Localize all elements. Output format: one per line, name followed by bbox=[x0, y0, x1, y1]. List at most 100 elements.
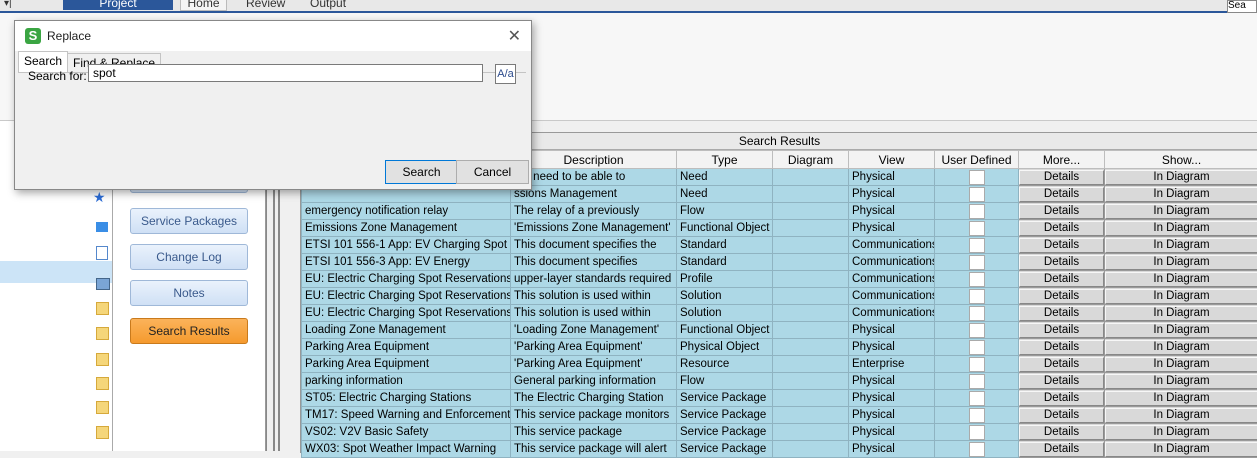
cell-view[interactable]: Physical bbox=[849, 424, 935, 441]
diagram-icon[interactable] bbox=[96, 222, 108, 232]
cell-type[interactable]: Functional Object bbox=[677, 322, 773, 339]
user-defined-checkbox[interactable] bbox=[969, 357, 985, 372]
close-icon[interactable]: ✕ bbox=[508, 26, 521, 46]
cell-description[interactable]: 'Emissions Zone Management' bbox=[511, 220, 677, 237]
cell-type[interactable]: Functional Object bbox=[677, 220, 773, 237]
details-button[interactable]: Details bbox=[1019, 305, 1105, 322]
in-diagram-button[interactable]: In Diagram bbox=[1105, 220, 1257, 237]
cell-view[interactable]: Communications bbox=[849, 305, 935, 322]
cell-diagram[interactable] bbox=[773, 339, 849, 356]
table-row[interactable]: emergency notification relayThe relay of… bbox=[302, 203, 1257, 220]
user-defined-checkbox[interactable] bbox=[969, 238, 985, 253]
cell-diagram[interactable] bbox=[773, 169, 849, 186]
user-defined-checkbox[interactable] bbox=[969, 408, 985, 423]
cell-user-defined[interactable] bbox=[935, 407, 1019, 424]
details-button[interactable]: Details bbox=[1019, 356, 1105, 373]
cell-description[interactable]: This service package will alert bbox=[511, 441, 677, 458]
search-input[interactable] bbox=[88, 64, 483, 82]
table-row[interactable]: Emissions Zone Management'Emissions Zone… bbox=[302, 220, 1257, 237]
ribbon-search-box[interactable]: Sea bbox=[1227, 0, 1257, 13]
column-header-show[interactable]: Show... bbox=[1105, 151, 1257, 169]
table-row[interactable]: Parking Area Equipment'Parking Area Equi… bbox=[302, 356, 1257, 373]
in-diagram-button[interactable]: In Diagram bbox=[1105, 271, 1257, 288]
cell-diagram[interactable] bbox=[773, 441, 849, 458]
cell-name[interactable]: ETSI 101 556-1 App: EV Charging Spot bbox=[302, 237, 511, 254]
details-button[interactable]: Details bbox=[1019, 169, 1105, 186]
in-diagram-button[interactable]: In Diagram bbox=[1105, 373, 1257, 390]
cell-description[interactable]: This document specifies the bbox=[511, 237, 677, 254]
cell-type[interactable]: Solution bbox=[677, 288, 773, 305]
in-diagram-button[interactable]: In Diagram bbox=[1105, 237, 1257, 254]
cell-diagram[interactable] bbox=[773, 220, 849, 237]
cell-type[interactable]: Need bbox=[677, 169, 773, 186]
folder-icon[interactable] bbox=[96, 426, 109, 439]
user-defined-checkbox[interactable] bbox=[969, 255, 985, 270]
table-row[interactable]: VS02: V2V Basic SafetyThis service packa… bbox=[302, 424, 1257, 441]
cell-description[interactable]: The relay of a previously bbox=[511, 203, 677, 220]
search-button[interactable]: Search bbox=[385, 160, 458, 184]
cell-type[interactable]: Physical Object bbox=[677, 339, 773, 356]
cell-type[interactable]: Resource bbox=[677, 356, 773, 373]
column-header-more[interactable]: More... bbox=[1019, 151, 1105, 169]
cell-view[interactable]: Physical bbox=[849, 322, 935, 339]
cell-name[interactable]: ST05: Electric Charging Stations bbox=[302, 390, 511, 407]
service-packages-button[interactable]: Service Packages bbox=[130, 208, 248, 234]
details-button[interactable]: Details bbox=[1019, 254, 1105, 271]
user-defined-checkbox[interactable] bbox=[969, 323, 985, 338]
user-defined-checkbox[interactable] bbox=[969, 374, 985, 389]
cell-diagram[interactable] bbox=[773, 407, 849, 424]
cell-view[interactable]: Physical bbox=[849, 220, 935, 237]
in-diagram-button[interactable]: In Diagram bbox=[1105, 169, 1257, 186]
cancel-button[interactable]: Cancel bbox=[456, 160, 529, 184]
cell-view[interactable]: Communications bbox=[849, 254, 935, 271]
cell-user-defined[interactable] bbox=[935, 390, 1019, 407]
search-results-button[interactable]: Search Results bbox=[130, 318, 248, 344]
in-diagram-button[interactable]: In Diagram bbox=[1105, 186, 1257, 203]
cell-description[interactable]: 'Loading Zone Management' bbox=[511, 322, 677, 339]
tab-home[interactable]: Home bbox=[180, 0, 227, 11]
cell-user-defined[interactable] bbox=[935, 356, 1019, 373]
cell-type[interactable]: Solution bbox=[677, 305, 773, 322]
cell-user-defined[interactable] bbox=[935, 441, 1019, 458]
cell-name[interactable]: VS02: V2V Basic Safety bbox=[302, 424, 511, 441]
tab-output[interactable]: Output bbox=[310, 0, 346, 10]
cell-name[interactable]: ETSI 101 556-3 App: EV Energy bbox=[302, 254, 511, 271]
tab-review[interactable]: Review bbox=[246, 0, 285, 10]
cell-user-defined[interactable] bbox=[935, 322, 1019, 339]
cell-name[interactable]: TM17: Speed Warning and Enforcement bbox=[302, 407, 511, 424]
cell-diagram[interactable] bbox=[773, 271, 849, 288]
table-row[interactable]: EU: Electric Charging Spot ReservationsT… bbox=[302, 288, 1257, 305]
cell-view[interactable]: Physical bbox=[849, 441, 935, 458]
user-defined-checkbox[interactable] bbox=[969, 170, 985, 185]
cell-diagram[interactable] bbox=[773, 288, 849, 305]
column-header-type[interactable]: Type bbox=[677, 151, 773, 169]
cell-diagram[interactable] bbox=[773, 390, 849, 407]
cell-name[interactable]: EU: Electric Charging Spot Reservations bbox=[302, 288, 511, 305]
cell-type[interactable]: Flow bbox=[677, 203, 773, 220]
user-defined-checkbox[interactable] bbox=[969, 425, 985, 440]
user-defined-checkbox[interactable] bbox=[969, 442, 985, 457]
details-button[interactable]: Details bbox=[1019, 339, 1105, 356]
cell-name[interactable]: parking information bbox=[302, 373, 511, 390]
cell-type[interactable]: Service Package bbox=[677, 407, 773, 424]
cell-description[interactable]: This service package monitors bbox=[511, 407, 677, 424]
in-diagram-button[interactable]: In Diagram bbox=[1105, 356, 1257, 373]
in-diagram-button[interactable]: In Diagram bbox=[1105, 424, 1257, 441]
cell-view[interactable]: Physical bbox=[849, 390, 935, 407]
cell-user-defined[interactable] bbox=[935, 288, 1019, 305]
in-diagram-button[interactable]: In Diagram bbox=[1105, 288, 1257, 305]
user-defined-checkbox[interactable] bbox=[969, 289, 985, 304]
user-defined-checkbox[interactable] bbox=[969, 306, 985, 321]
table-row[interactable]: WX03: Spot Weather Impact WarningThis se… bbox=[302, 441, 1257, 458]
in-diagram-button[interactable]: In Diagram bbox=[1105, 441, 1257, 458]
cell-diagram[interactable] bbox=[773, 203, 849, 220]
in-diagram-button[interactable]: In Diagram bbox=[1105, 390, 1257, 407]
cell-user-defined[interactable] bbox=[935, 169, 1019, 186]
document-icon[interactable] bbox=[96, 246, 108, 260]
cell-user-defined[interactable] bbox=[935, 237, 1019, 254]
image-icon[interactable] bbox=[96, 278, 110, 290]
table-row[interactable]: Parking Area Equipment'Parking Area Equi… bbox=[302, 339, 1257, 356]
tab-project[interactable]: Project bbox=[63, 0, 173, 10]
in-diagram-button[interactable]: In Diagram bbox=[1105, 407, 1257, 424]
details-button[interactable]: Details bbox=[1019, 373, 1105, 390]
